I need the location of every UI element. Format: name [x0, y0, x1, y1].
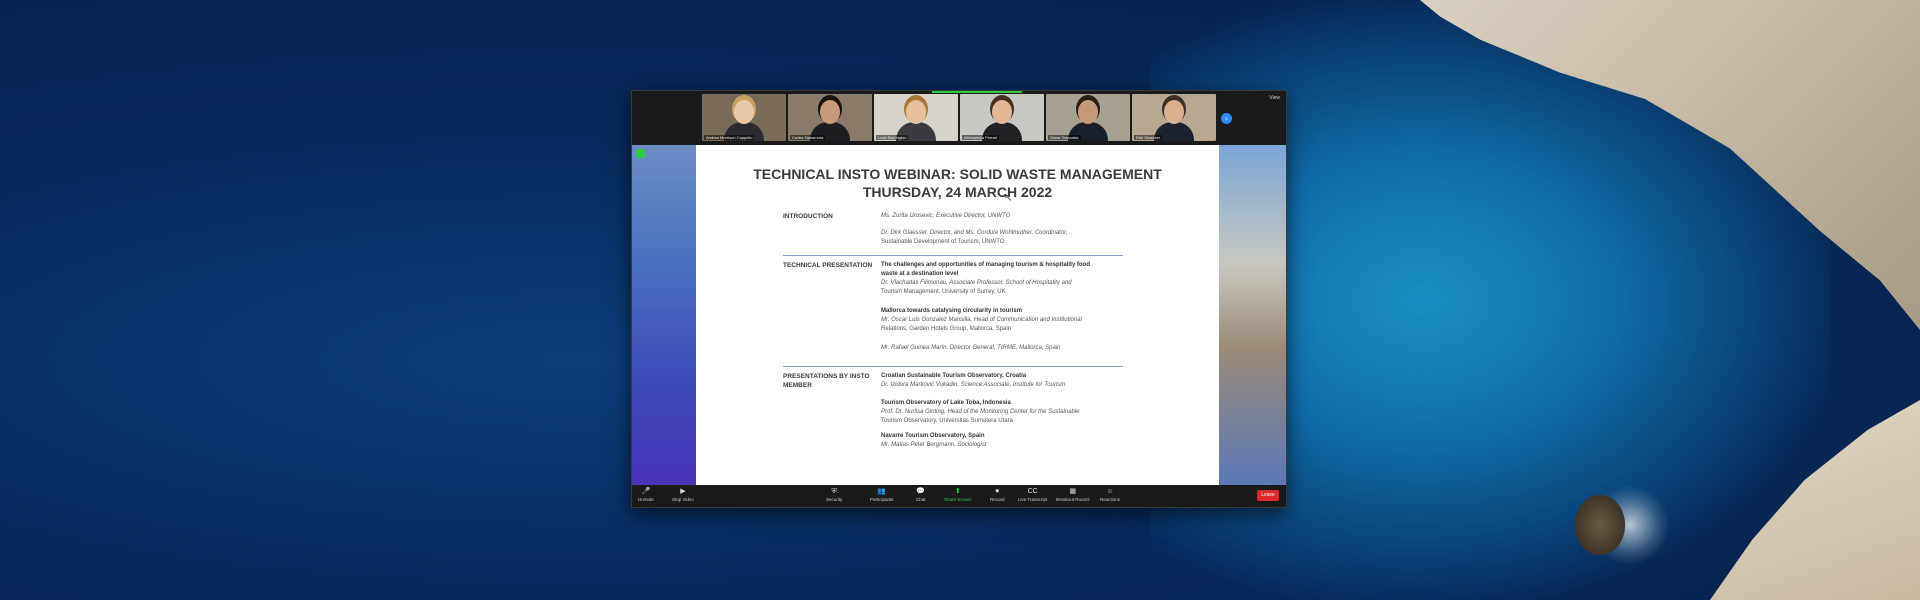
participant-tile[interactable]: Oscar Gonzalez	[1046, 94, 1130, 141]
document-title: TECHNICAL INSTO WEBINAR: SOLID WASTE MAN…	[696, 165, 1219, 201]
participant-name: Dirk Glaesser	[1134, 135, 1163, 140]
shared-screen: TECHNICAL INSTO WEBINAR: SOLID WASTE MAN…	[632, 145, 1286, 485]
active-speaker-bar	[932, 91, 1022, 93]
participant-tile[interactable]: Alessandra Ferrari	[960, 94, 1044, 141]
breakout-rooms-icon: ▦	[1069, 488, 1077, 495]
mouse-cursor-icon: ↖	[1004, 193, 1013, 204]
record-button[interactable]: ⏺ Record	[990, 487, 1005, 502]
share-screen-button[interactable]: ⬆ Share Screen	[944, 487, 972, 502]
participant-gallery: Andrea Morrison Cappello Cortez Nakamura L…	[632, 91, 1286, 145]
section-introduction: INTRODUCTION	[783, 213, 833, 220]
meeting-toolbar: 🎤 Unmute ▶ Stop Video ⛨ Security 👥 Parti…	[632, 485, 1286, 507]
screen-share-indicator-icon	[636, 149, 645, 158]
member-talk-2: Tourism Observatory of Lake Toba, Indone…	[881, 400, 1080, 424]
smiley-icon: ☺	[1106, 488, 1114, 495]
participant-tile[interactable]: Cortez Nakamura	[788, 94, 872, 141]
technical-talk-1: The challenges and opportunities of mana…	[881, 262, 1091, 295]
gallery-next-arrow-icon[interactable]: ›	[1221, 113, 1232, 124]
participant-face	[1078, 100, 1098, 124]
video-camera-icon: ▶	[680, 488, 686, 495]
section-divider	[783, 255, 1123, 256]
member-talk-1: Croatian Sustainable Tourism Observatory…	[881, 373, 1066, 388]
intro-speaker-2: Dr. Dirk Glaesser, Director, and Ms. Cor…	[881, 230, 1068, 245]
breakout-rooms-button[interactable]: ▦ Breakout Rooms	[1056, 487, 1090, 502]
participant-name: Andrea Morrison Cappello	[704, 135, 755, 140]
technical-talk-2: Mallorca towards catalysing circularity …	[881, 308, 1082, 332]
leave-meeting-button[interactable]: Leave	[1257, 490, 1279, 501]
participant-tile[interactable]: Leah Barrington	[874, 94, 958, 141]
participant-name: Alessandra Ferrari	[962, 135, 999, 140]
section-technical: TECHNICAL PRESENTATION	[783, 262, 873, 269]
section-presentations: PRESENTATIONS BY INSTO MEMBER	[783, 373, 870, 389]
shield-icon: ⛨	[831, 488, 837, 495]
participant-name: Cortez Nakamura	[790, 135, 826, 140]
shared-screen-left-image	[632, 145, 696, 485]
participant-tile[interactable]: Andrea Morrison Cappello	[702, 94, 786, 141]
participant-face	[734, 100, 754, 124]
section-divider	[783, 366, 1123, 367]
participant-face	[906, 100, 926, 124]
participant-face	[992, 100, 1012, 124]
share-screen-icon: ⬆	[954, 488, 961, 495]
chat-bubble-icon: 💬	[916, 488, 926, 495]
security-button[interactable]: ⛨ Security	[826, 487, 842, 502]
sea-rock	[1575, 495, 1625, 555]
participants-icon: 👥	[877, 488, 887, 495]
agenda-document: TECHNICAL INSTO WEBINAR: SOLID WASTE MAN…	[696, 145, 1219, 485]
title-line-2: THURSDAY, 24 MARCH 2022	[862, 184, 1053, 200]
reactions-button[interactable]: ☺ Reactions	[1100, 487, 1120, 502]
member-talk-3: Navarre Tourism Observatory, Spain Mr. M…	[881, 433, 987, 448]
view-button[interactable]: View	[1269, 95, 1280, 101]
zoom-meeting-window[interactable]: Andrea Morrison Cappello Cortez Nakamura L…	[631, 90, 1287, 508]
title-line-1: TECHNICAL INSTO WEBINAR: SOLID WASTE MAN…	[753, 166, 1162, 182]
participant-name: Leah Barrington	[876, 135, 909, 140]
live-transcript-button[interactable]: CC Live Transcript	[1018, 487, 1047, 502]
microphone-icon: 🎤	[641, 488, 651, 495]
intro-speaker-1: Ms. Zurita Urosevic, Executive Director,…	[881, 213, 1011, 219]
participants-button[interactable]: 👥 Participants	[870, 487, 894, 502]
closed-caption-icon: CC	[1027, 488, 1038, 495]
technical-talk-3: Mr. Rafael Guinea Marín, Director Genera…	[881, 345, 1061, 351]
chat-button[interactable]: 💬 Chat	[916, 487, 926, 502]
participant-tile[interactable]: Dirk Glaesser	[1132, 94, 1216, 141]
unmute-button[interactable]: 🎤 Unmute	[638, 487, 654, 502]
participant-face	[1164, 100, 1184, 124]
participant-name: Oscar Gonzalez	[1048, 135, 1081, 140]
participant-face	[820, 100, 840, 124]
stop-video-button[interactable]: ▶ Stop Video	[672, 487, 694, 502]
record-icon: ⏺	[995, 488, 1000, 495]
shared-screen-right-image	[1219, 145, 1286, 485]
